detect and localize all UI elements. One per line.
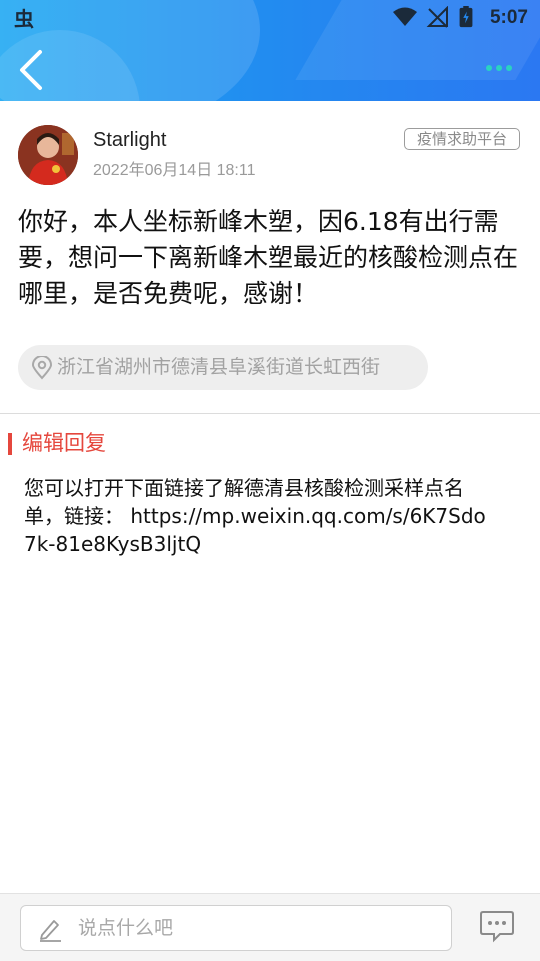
comment-placeholder: 说点什么吧 <box>78 917 174 939</box>
chat-bubble-icon <box>480 911 514 943</box>
avatar-image <box>18 125 78 185</box>
more-dots-icon[interactable] <box>486 56 526 80</box>
location-text: 浙江省湖州市德清县阜溪街道长虹西街 <box>57 356 381 378</box>
post-content: 你好，本人坐标新峰木塑，因6.18有出行需要，想问一下离新峰木塑最近的核酸检测点… <box>18 207 519 308</box>
app-logo-icon: 虫 <box>14 7 34 31</box>
reply-content: 您可以打开下面链接了解德清县核酸检测采样点名单，链接： https://mp.w… <box>24 476 486 556</box>
section-divider <box>0 413 540 414</box>
comment-input[interactable]: 说点什么吧 <box>20 905 452 951</box>
avatar[interactable] <box>18 125 78 185</box>
comments-button[interactable] <box>478 908 516 944</box>
pencil-icon <box>40 920 61 942</box>
wifi-icon <box>393 7 417 26</box>
location-pin-icon <box>31 356 53 380</box>
top-header: 虫 5:07 <box>0 0 540 101</box>
status-bar: 虫 5:07 <box>0 0 540 36</box>
bottom-bar: 说点什么吧 <box>0 893 540 961</box>
reply-accent-bar <box>8 433 12 455</box>
back-button[interactable] <box>12 48 52 92</box>
chevron-left-icon <box>20 50 42 90</box>
no-signal-icon <box>426 6 448 28</box>
reply-title: 编辑回复 <box>22 431 106 455</box>
post-time: 2022年06月14日 18:11 <box>93 162 256 179</box>
battery-icon <box>459 6 473 28</box>
location-chip[interactable]: 浙江省湖州市德清县阜溪街道长虹西街 <box>18 345 428 390</box>
author-name[interactable]: Starlight <box>93 128 166 152</box>
platform-badge: 疫情求助平台 <box>404 128 520 150</box>
status-time: 5:07 <box>489 7 528 28</box>
